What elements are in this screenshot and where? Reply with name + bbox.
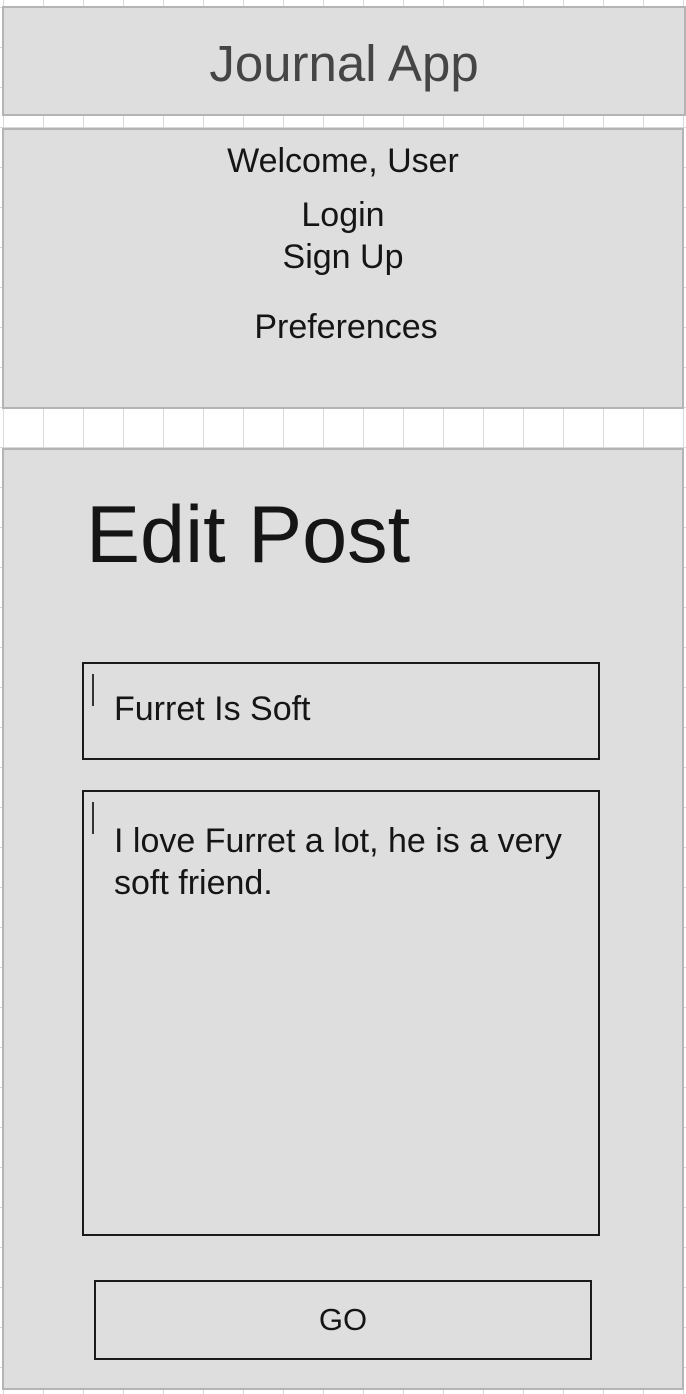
- post-title-input[interactable]: Furret Is Soft: [82, 662, 600, 760]
- go-button[interactable]: GO: [94, 1280, 592, 1360]
- text-cursor: [92, 802, 94, 834]
- preferences-link[interactable]: Preferences: [10, 308, 682, 346]
- post-body-value: I love Furret a lot, he is a very soft f…: [114, 822, 562, 902]
- page-title: Edit Post: [86, 490, 411, 580]
- edit-post-panel: Edit Post Furret Is Soft I love Furret a…: [2, 448, 684, 1390]
- signup-link[interactable]: Sign Up: [4, 238, 682, 276]
- post-title-value: Furret Is Soft: [114, 690, 311, 728]
- text-cursor: [92, 674, 94, 706]
- welcome-message: Welcome, User: [227, 142, 459, 180]
- login-link[interactable]: Login: [4, 196, 682, 234]
- app-header: Journal App: [2, 6, 686, 116]
- post-body-textarea[interactable]: I love Furret a lot, he is a very soft f…: [82, 790, 600, 1236]
- app-title: Journal App: [209, 35, 479, 92]
- nav-panel: Welcome, User Login Sign Up Preferences: [2, 128, 684, 409]
